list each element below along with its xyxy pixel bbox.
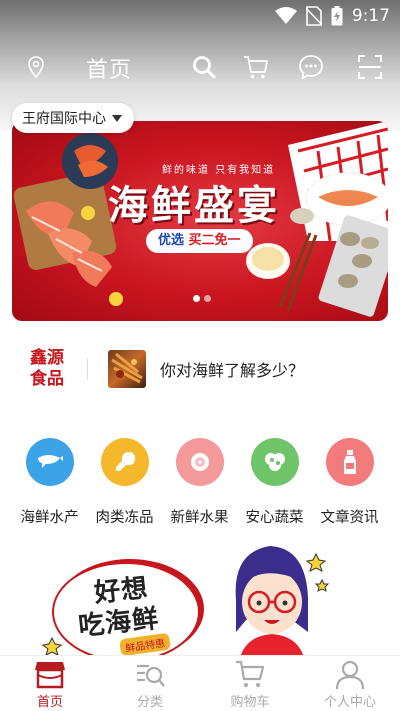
location-selector[interactable]: 王府国际中心 <box>12 103 134 133</box>
banner-title: 海鲜盛宴 <box>108 183 280 229</box>
meat-icon <box>100 438 149 486</box>
category-meat[interactable]: 肉类冻品 <box>87 438 162 528</box>
carousel-dot-active <box>193 295 200 302</box>
status-bar: 9:17 <box>0 0 400 32</box>
location-label: 王府国际中心 <box>22 111 106 127</box>
message-icon[interactable] <box>297 53 325 81</box>
brand-name: 鑫源食品 <box>30 348 64 389</box>
tab-label: 分类 <box>136 695 163 710</box>
promo-banner[interactable]: 鲜的味道 只有我知道 海鲜盛宴 优选 买二免一 <box>12 121 388 321</box>
vegetable-icon <box>250 438 299 486</box>
carousel-dot <box>204 295 211 302</box>
category-article[interactable]: 文章资讯 <box>312 438 387 528</box>
tab-cart[interactable]: 购物车 <box>200 656 300 711</box>
category-label: 海鲜水产 <box>20 510 79 526</box>
category-search-icon <box>137 664 165 687</box>
page-title: 首页 <box>86 58 133 83</box>
carousel-indicator <box>193 295 211 302</box>
offer-highlight: 买二免一 <box>188 233 241 248</box>
status-time: 9:17 <box>351 6 390 26</box>
category-fruit[interactable]: 新鲜水果 <box>162 438 237 528</box>
tab-category[interactable]: 分类 <box>100 656 200 711</box>
cart-icon[interactable] <box>242 53 270 81</box>
tab-profile[interactable]: 个人中心 <box>300 656 400 711</box>
tab-label: 首页 <box>36 695 63 710</box>
top-navbar: 首页 <box>0 44 400 90</box>
offer-prefix: 优选 <box>158 233 185 248</box>
cart-icon <box>236 660 265 687</box>
bottom-tab-bar: 首页 分类 购物车 个人中心 <box>0 655 400 711</box>
scan-icon[interactable] <box>356 53 384 81</box>
home-store-icon <box>35 662 65 689</box>
divider <box>87 358 88 380</box>
search-icon[interactable] <box>190 53 218 81</box>
location-pin-icon[interactable] <box>24 55 48 79</box>
category-label: 肉类冻品 <box>95 510 154 526</box>
no-sim-icon <box>305 6 322 26</box>
category-label: 新鲜水果 <box>170 510 229 526</box>
category-seafood[interactable]: 海鲜水产 <box>12 438 87 528</box>
promo-illustration[interactable]: 好想 吃海鲜 鲜品特惠 <box>0 540 400 658</box>
article-icon <box>325 438 374 486</box>
user-icon <box>335 660 365 689</box>
battery-charging-icon <box>331 6 343 26</box>
news-thumbnail <box>108 350 146 388</box>
seafood-icon <box>25 438 74 486</box>
category-label: 安心蔬菜 <box>245 510 304 526</box>
wifi-icon <box>274 7 297 24</box>
news-headline[interactable]: 你对海鲜了解多少？ <box>160 357 304 381</box>
tab-home[interactable]: 首页 <box>0 656 100 711</box>
dropdown-triangle-icon <box>112 114 122 122</box>
news-ticker[interactable]: 鑫源食品 你对海鲜了解多少？ <box>0 340 400 400</box>
tab-label: 购物车 <box>230 695 270 710</box>
banner-offer-pill: 优选 买二免一 <box>146 229 253 253</box>
tab-label: 个人中心 <box>323 695 376 710</box>
category-grid: 海鲜水产 肉类冻品 新鲜水果 安心蔬菜 文章资讯 <box>0 438 400 528</box>
girl-illustration <box>41 546 330 658</box>
category-vegetable[interactable]: 安心蔬菜 <box>237 438 312 528</box>
category-label: 文章资讯 <box>320 510 379 526</box>
fruit-icon <box>175 438 224 486</box>
